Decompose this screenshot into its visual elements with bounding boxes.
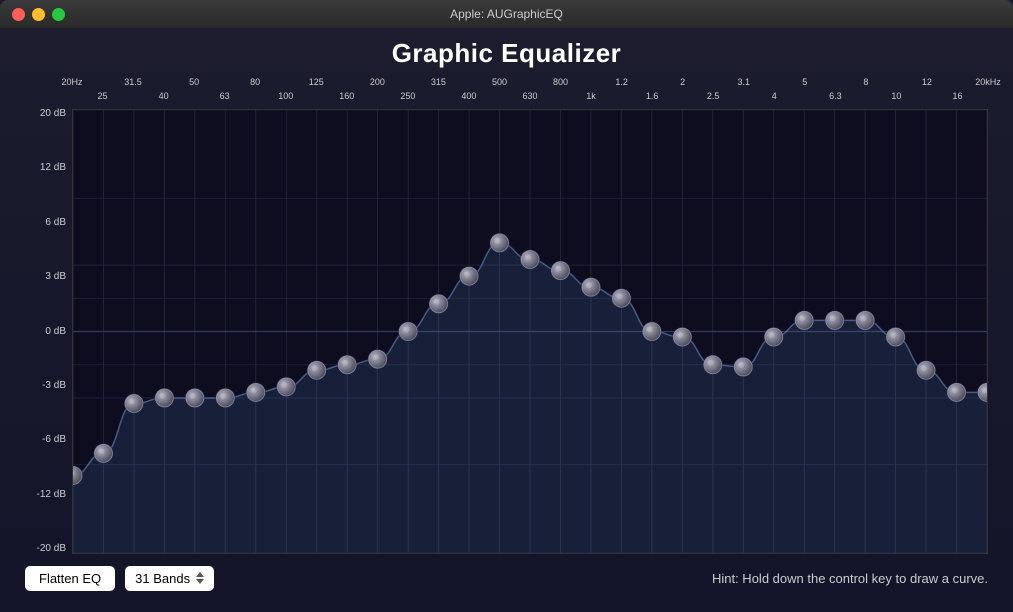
freq-label: 20kHz <box>975 77 1001 87</box>
freq-label: 400 <box>461 91 476 101</box>
bottom-bar: Flatten EQ 31 Bands Hint: Hold down the … <box>20 554 993 602</box>
bands-label: 31 Bands <box>135 571 190 586</box>
chevron-icon <box>196 572 204 584</box>
freq-label: 1k <box>586 91 596 101</box>
minimize-button[interactable] <box>32 8 45 21</box>
freq-labels-top: 20Hz2531.5405063801001251602002503154005… <box>72 77 988 109</box>
freq-label: 800 <box>553 77 568 87</box>
freq-label: 2.5 <box>707 91 720 101</box>
chevron-down-icon <box>196 579 204 584</box>
freq-label: 1.2 <box>615 77 628 87</box>
grid-canvas[interactable] <box>72 109 988 554</box>
freq-label: 50 <box>189 77 199 87</box>
db-label: -3 dB <box>20 381 66 391</box>
freq-label: 8 <box>863 77 868 87</box>
freq-label: 25 <box>98 91 108 101</box>
freq-label: 200 <box>370 77 385 87</box>
hint-text: Hint: Hold down the control key to draw … <box>712 571 988 586</box>
freq-label: 31.5 <box>124 77 142 87</box>
freq-label: 10 <box>891 91 901 101</box>
freq-label: 500 <box>492 77 507 87</box>
freq-label: 1.6 <box>646 91 659 101</box>
freq-label: 315 <box>431 77 446 87</box>
bands-selector-button[interactable]: 31 Bands <box>125 566 214 591</box>
chevron-up-icon <box>196 572 204 577</box>
freq-label: 6.3 <box>829 91 842 101</box>
db-label: 0 dB <box>20 327 66 337</box>
page-title: Graphic Equalizer <box>20 38 993 69</box>
freq-label: 5 <box>802 77 807 87</box>
bottom-left-controls: Flatten EQ 31 Bands <box>25 566 214 591</box>
freq-label: 12 <box>922 77 932 87</box>
fullscreen-button[interactable] <box>52 8 65 21</box>
freq-label: 3.1 <box>737 77 750 87</box>
freq-label: 63 <box>220 91 230 101</box>
db-label: -20 dB <box>20 544 66 554</box>
freq-label: 2 <box>680 77 685 87</box>
traffic-lights <box>12 8 65 21</box>
freq-label: 40 <box>159 91 169 101</box>
freq-label: 125 <box>309 77 324 87</box>
freq-label: 250 <box>400 91 415 101</box>
freq-label: 160 <box>339 91 354 101</box>
db-label: 6 dB <box>20 218 66 228</box>
db-label: -6 dB <box>20 435 66 445</box>
db-label: 20 dB <box>20 109 66 119</box>
freq-label: 16 <box>952 91 962 101</box>
freq-label: 80 <box>250 77 260 87</box>
close-button[interactable] <box>12 8 25 21</box>
flatten-eq-button[interactable]: Flatten EQ <box>25 566 115 591</box>
db-label: 12 dB <box>20 163 66 173</box>
freq-label: 630 <box>522 91 537 101</box>
freq-label: 4 <box>772 91 777 101</box>
db-label: 3 dB <box>20 272 66 282</box>
title-bar: Apple: AUGraphicEQ <box>0 0 1013 28</box>
db-labels: 20 dB 12 dB 6 dB 3 dB 0 dB -3 dB -6 dB -12 dB -2… <box>20 109 72 554</box>
main-content: Graphic Equalizer 20Hz2531.5405063801001… <box>0 28 1013 612</box>
freq-label: 100 <box>278 91 293 101</box>
eq-container: 20Hz2531.5405063801001251602002503154005… <box>20 77 993 554</box>
graph-area: 20 dB 12 dB 6 dB 3 dB 0 dB -3 dB -6 dB -12 dB -2… <box>20 109 988 554</box>
freq-label: 20Hz <box>61 77 82 87</box>
window-title: Apple: AUGraphicEQ <box>450 7 563 21</box>
db-label: -12 dB <box>20 490 66 500</box>
